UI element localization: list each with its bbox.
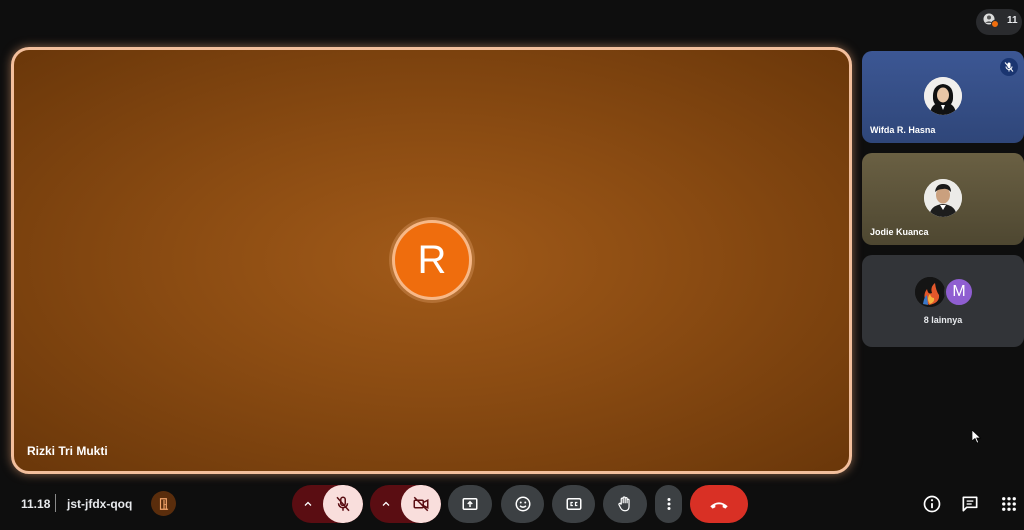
apps-grid-icon <box>1002 497 1016 511</box>
chevron-up-icon <box>304 501 312 506</box>
meeting-code[interactable]: jst-jfdx-qoq <box>67 497 132 511</box>
person-photo-icon <box>924 179 962 217</box>
emoji-icon <box>515 496 530 512</box>
call-end-icon <box>710 502 728 509</box>
participant-name: Jodie Kuanca <box>870 227 929 237</box>
hand-icon <box>618 496 630 512</box>
participant-photo <box>924 77 962 115</box>
participant-avatar-initial: M <box>944 277 974 307</box>
raise-hand-button[interactable] <box>603 485 647 523</box>
activities-button[interactable] <box>996 491 1022 517</box>
chat-button[interactable] <box>957 491 983 517</box>
chevron-up-icon <box>382 501 390 506</box>
emoji-reactions-button[interactable] <box>501 485 544 523</box>
camera-control-group <box>370 485 441 523</box>
leave-call-button[interactable] <box>690 485 748 523</box>
mouse-cursor-icon <box>972 430 982 444</box>
more-participants-tile[interactable]: M 8 lainnya <box>862 255 1024 347</box>
participant-avatar-photo <box>915 277 945 307</box>
mic-off-icon <box>1004 62 1014 72</box>
door-icon <box>159 497 168 510</box>
camera-toggle-button[interactable] <box>401 485 441 523</box>
participant-count: 11 <box>1007 15 1018 26</box>
person-photo-icon <box>924 77 962 115</box>
present-to-all-icon <box>462 498 478 510</box>
host-controls-button[interactable] <box>151 491 176 516</box>
clock: 11.18 <box>21 497 51 511</box>
flame-figure-icon <box>915 277 945 307</box>
more-options-button[interactable] <box>655 485 682 523</box>
present-screen-button[interactable] <box>448 485 492 523</box>
camera-off-icon <box>413 496 429 512</box>
mic-muted-badge <box>1000 58 1018 76</box>
mic-options-button[interactable] <box>292 485 324 523</box>
divider <box>55 494 56 512</box>
more-participants-label: 8 lainnya <box>923 315 963 325</box>
chat-icon <box>962 496 978 512</box>
participant-photo <box>924 179 962 217</box>
speaker-name: Rizki Tri Mukti <box>27 444 108 458</box>
participants-chip[interactable]: 11 <box>976 9 1022 35</box>
more-vert-icon <box>667 498 670 510</box>
captions-button[interactable] <box>552 485 595 523</box>
mic-control-group <box>292 485 363 523</box>
participant-tile-jodie[interactable]: Jodie Kuanca <box>862 153 1024 245</box>
meeting-details-button[interactable] <box>919 491 945 517</box>
mic-toggle-button[interactable] <box>323 485 363 523</box>
speaker-avatar: R <box>392 220 472 300</box>
participant-name: Wifda R. Hasna <box>870 125 936 135</box>
closed-captions-icon <box>566 498 581 510</box>
info-icon <box>923 495 941 513</box>
main-speaker-tile[interactable]: R Rizki Tri Mukti <box>11 47 852 474</box>
participants-avatars-icon <box>983 13 999 28</box>
participant-tile-wifda[interactable]: Wifda R. Hasna <box>862 51 1024 143</box>
camera-options-button[interactable] <box>370 485 402 523</box>
mic-off-icon <box>336 496 350 512</box>
